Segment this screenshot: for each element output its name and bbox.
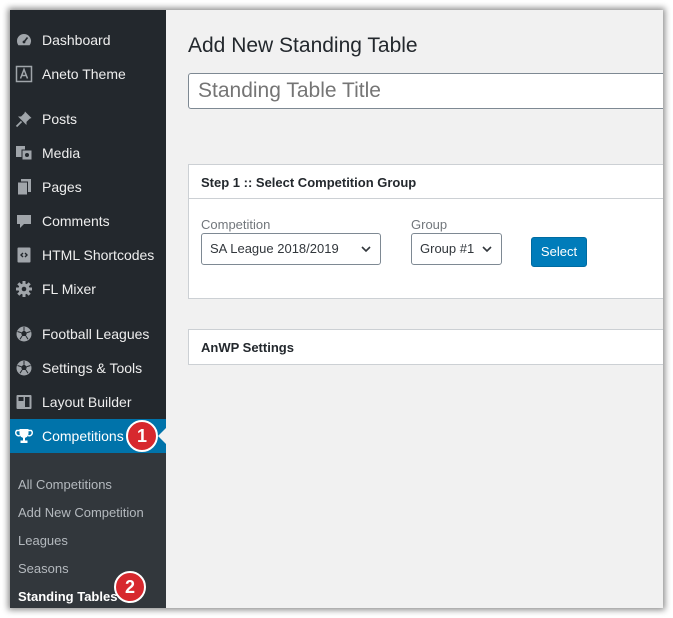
competition-label: Competition [201,217,271,232]
submenu-leagues[interactable]: Leagues [18,533,68,548]
soccer-ball-icon [15,325,33,343]
sidebar-item-pages[interactable]: Pages [10,170,166,204]
sidebar-item-media[interactable]: Media [10,136,166,170]
trophy-icon [15,427,33,445]
sidebar-item-label: Comments [42,213,110,229]
dashboard-icon [15,31,33,49]
admin-sidebar: Dashboard Aneto Theme Posts Media Pages [10,10,166,608]
select-button[interactable]: Select [531,237,587,267]
standing-table-title-input[interactable] [188,73,663,109]
sidebar-item-football-leagues[interactable]: Football Leagues [10,317,166,351]
sidebar-item-label: Dashboard [42,32,111,48]
step-badge-2: 2 [114,571,146,603]
sidebar-item-label: Competitions [42,428,124,444]
sidebar-item-label: Layout Builder [42,394,132,410]
screenshot-frame: Dashboard Aneto Theme Posts Media Pages [10,10,663,608]
submenu-seasons[interactable]: Seasons [18,561,69,576]
sidebar-item-label: Posts [42,111,78,127]
competition-select-value: SA League 2018/2019 [210,241,339,256]
page-title: Add New Standing Table [188,34,418,57]
step-badge-1: 1 [126,420,158,452]
pin-icon [15,110,33,128]
sidebar-item-comments[interactable]: Comments [10,204,166,238]
sidebar-item-aneto-theme[interactable]: Aneto Theme [10,57,166,91]
media-icon [15,144,33,162]
shortcode-icon [15,246,33,264]
active-menu-arrow [158,428,166,444]
sidebar-item-html-shortcodes[interactable]: HTML Shortcodes [10,238,166,272]
sidebar-item-label: Football Leagues [42,326,150,342]
anwp-settings-panel[interactable]: AnWP Settings [188,329,663,365]
layout-icon [15,393,33,411]
sidebar-item-settings-tools[interactable]: Settings & Tools [10,351,166,385]
soccer-ball-icon [15,359,33,377]
sidebar-item-fl-mixer[interactable]: FL Mixer [10,272,166,306]
group-select-value: Group #1 [420,241,475,256]
main-content: Add New Standing Table Step 1 :: Select … [166,10,663,608]
submenu-add-new-competition[interactable]: Add New Competition [18,505,144,520]
panel-divider [189,198,663,199]
step-1-panel: Step 1 :: Select Competition Group Compe… [188,164,663,299]
submenu-standing-tables[interactable]: Standing Tables [18,589,117,604]
submenu-all-competitions[interactable]: All Competitions [18,477,112,492]
chevron-down-icon [481,243,493,255]
sidebar-item-label: Pages [42,179,82,195]
sidebar-item-dashboard[interactable]: Dashboard [10,23,166,57]
sidebar-item-label: Settings & Tools [42,360,143,376]
step-1-heading: Step 1 :: Select Competition Group [201,175,417,190]
gear-icon [15,280,33,298]
theme-icon [15,65,33,83]
sidebar-item-label: HTML Shortcodes [42,247,155,263]
pages-icon [15,178,33,196]
comment-icon [15,212,33,230]
competition-select[interactable]: SA League 2018/2019 [201,233,381,265]
sidebar-item-label: Media [42,145,81,161]
group-label: Group [411,217,448,232]
sidebar-item-posts[interactable]: Posts [10,102,166,136]
anwp-settings-heading: AnWP Settings [201,340,294,355]
chevron-down-icon [360,243,372,255]
group-select[interactable]: Group #1 [411,233,502,265]
sidebar-item-label: Aneto Theme [42,66,126,82]
sidebar-item-label: FL Mixer [42,281,96,297]
sidebar-item-layout-builder[interactable]: Layout Builder [10,385,166,419]
